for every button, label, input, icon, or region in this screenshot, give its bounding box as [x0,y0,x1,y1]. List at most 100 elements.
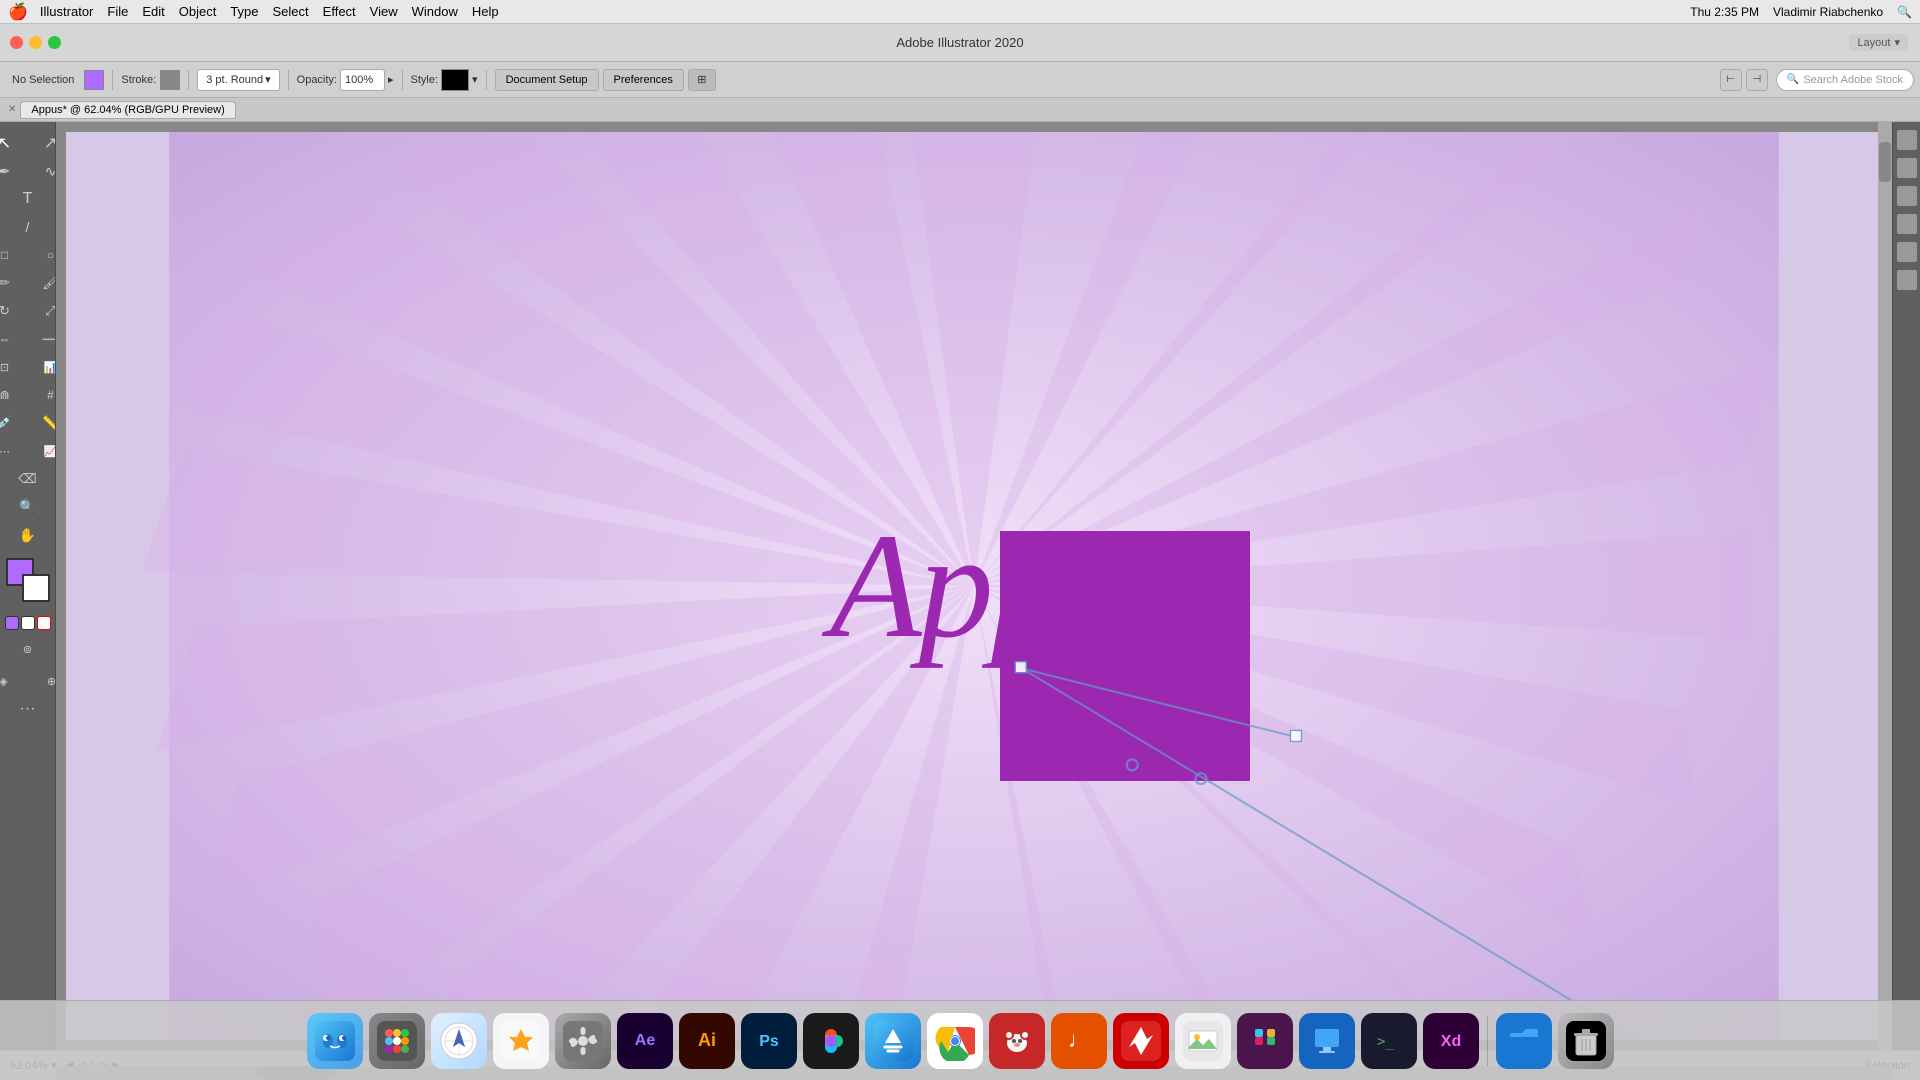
pen-tools: ✒ ∿ [0,158,56,184]
rotate-tool[interactable]: ↻ [0,298,27,324]
type-tool[interactable]: T [6,186,50,212]
dock-keynote[interactable] [1299,1013,1355,1069]
ellipse-tool[interactable]: ○ [29,242,57,268]
dock-terminal[interactable]: >_ [1361,1013,1417,1069]
separator-1 [112,70,113,90]
menu-view[interactable]: View [370,4,398,19]
search-stock-bar[interactable]: 🔍 Search Adobe Stock [1776,69,1914,91]
menubar-search-icon[interactable]: 🔍 [1897,5,1912,19]
eyedropper-tools: 💉 📏 [0,410,56,436]
menu-help[interactable]: Help [472,4,499,19]
panel-item-5[interactable] [1897,242,1917,262]
stroke-color[interactable] [160,70,180,90]
none-mode[interactable] [37,616,51,630]
dock-chrome[interactable] [927,1013,983,1069]
dock-bear[interactable] [989,1013,1045,1069]
artboard-mode[interactable]: ⊕ [30,668,57,694]
maximize-button[interactable] [48,36,61,49]
selection-tool[interactable]: ↖ [0,130,27,156]
eyedropper-tool[interactable]: 💉 [0,410,27,436]
direct-selection-tool[interactable]: ↗ [29,130,57,156]
more-tools[interactable]: ··· [20,700,36,718]
curvature-tool[interactable]: ∿ [29,158,57,184]
apple-menu[interactable]: 🍎 [8,2,28,22]
shaper-tool[interactable]: ⋒ [0,382,27,408]
menu-object[interactable]: Object [179,4,217,19]
dock-after-effects[interactable]: Ae [617,1013,673,1069]
draw-normal[interactable]: ⊙ [0,636,2,662]
menu-effect[interactable]: Effect [323,4,356,19]
panel-item-4[interactable] [1897,214,1917,234]
stroke-swatch[interactable] [22,574,50,602]
menu-select[interactable]: Select [273,4,309,19]
menu-type[interactable]: Type [230,4,258,19]
style-arrow[interactable]: ▾ [472,73,478,86]
mesh-tool[interactable]: # [29,382,57,408]
dock-tempo[interactable]: ♩ [1051,1013,1107,1069]
dock-figma[interactable] [803,1013,859,1069]
dock-system-prefs[interactable] [555,1013,611,1069]
tab-close-button[interactable]: ✕ [8,104,16,115]
dock-launchpad[interactable] [369,1013,425,1069]
toolbar: No Selection Stroke: 3 pt. Round ▾ Opaci… [0,62,1920,98]
dock-xd[interactable]: Xd [1423,1013,1479,1069]
dock-slack[interactable] [1237,1013,1293,1069]
pen-tool[interactable]: ✒ [0,158,27,184]
dock-photoshop[interactable]: Ps [741,1013,797,1069]
dock-trash[interactable] [1558,1013,1614,1069]
dock-photos[interactable] [493,1013,549,1069]
warp-tool[interactable]: ⟿ [29,326,57,352]
arrange-button[interactable]: ⊞ [688,69,716,91]
graph-tool[interactable]: 📊 [29,354,57,380]
scale-tool[interactable]: ⤢ [29,298,57,324]
minimize-button[interactable] [29,36,42,49]
panel-left-button[interactable]: ⊢ [1720,69,1742,91]
measure-tool[interactable]: 📏 [29,410,57,436]
stroke-weight-dropdown[interactable]: 3 pt. Round ▾ [197,69,279,91]
draw-behind[interactable]: ⊚ [6,636,50,662]
close-button[interactable] [10,36,23,49]
dock-finder[interactable] [307,1013,363,1069]
menu-file[interactable]: File [107,4,128,19]
line-tool[interactable]: / [6,214,50,240]
menu-illustrator[interactable]: Illustrator [40,4,93,19]
paintbrush-tool[interactable]: 🖌 [29,270,57,296]
dock-safari[interactable] [431,1013,487,1069]
panel-right-button[interactable]: ⊣ [1746,69,1768,91]
canvas-area[interactable]: Appus us [56,122,1892,1050]
stroke-mode[interactable] [21,616,35,630]
blend-mode[interactable]: ◈ [0,668,26,694]
menu-edit[interactable]: Edit [142,4,164,19]
vertical-scrollbar[interactable] [1878,122,1892,1050]
opacity-arrow[interactable]: ▸ [388,73,394,86]
eraser-tool[interactable]: ⌫ [6,466,50,492]
dock-illustrator[interactable]: Ai [679,1013,735,1069]
rectangle-tool[interactable]: □ [0,242,27,268]
menu-window[interactable]: Window [412,4,458,19]
panel-item-1[interactable] [1897,130,1917,150]
hand-tool[interactable]: ✋ [6,522,50,548]
dock-apps[interactable] [865,1013,921,1069]
zoom-tool[interactable]: 🔍 [6,494,50,520]
dock-photos2[interactable] [1175,1013,1231,1069]
document-tab[interactable]: Appus* @ 62.04% (RGB/GPU Preview) [20,101,235,119]
fill-color[interactable] [84,70,104,90]
panel-item-2[interactable] [1897,158,1917,178]
panel-item-6[interactable] [1897,270,1917,290]
normal-mode[interactable] [5,616,19,630]
dock-folder[interactable] [1496,1013,1552,1069]
chart-tool[interactable]: 📈 [29,438,57,464]
pencil-tool[interactable]: ✏ [0,270,27,296]
scroll-thumb[interactable] [1879,142,1891,182]
style-swatch[interactable] [441,69,469,91]
svg-text:>_: >_ [1377,1034,1394,1050]
blend-tool[interactable]: ⋯ [0,438,27,464]
opacity-input[interactable]: 100% [340,69,385,91]
layout-button[interactable]: Layout ▾ [1849,34,1908,51]
dock-spark[interactable] [1113,1013,1169,1069]
width-tool[interactable]: ⇔ [0,326,27,352]
free-transform-tool[interactable]: ⊡ [0,354,27,380]
document-setup-button[interactable]: Document Setup [495,69,599,91]
panel-item-3[interactable] [1897,186,1917,206]
preferences-button[interactable]: Preferences [603,69,684,91]
